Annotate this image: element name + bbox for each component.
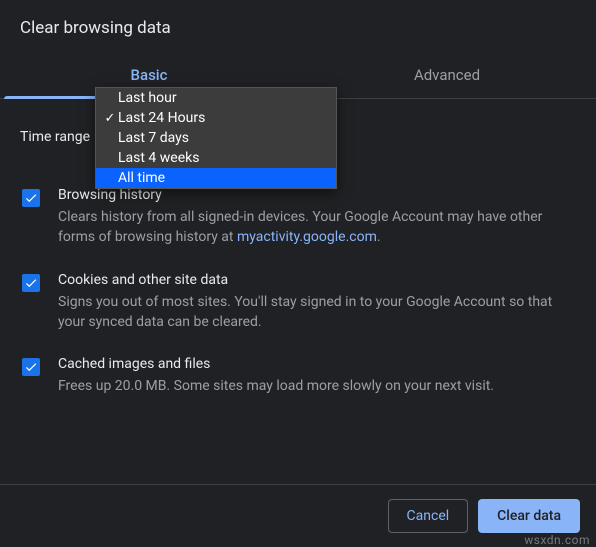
option-cookies: Cookies and other site data Signs you ou… xyxy=(20,262,576,347)
dropdown-item-last-24-hours[interactable]: ✓ Last 24 Hours xyxy=(96,108,336,128)
option-text: Cached images and files Frees up 20.0 MB… xyxy=(58,356,574,396)
option-cache: Cached images and files Frees up 20.0 MB… xyxy=(20,346,576,410)
options-list: Browsing history Clears history from all… xyxy=(20,171,576,410)
dropdown-item-label: Last 24 Hours xyxy=(118,110,205,126)
check-icon xyxy=(24,276,38,290)
time-range-dropdown[interactable]: Last hour ✓ Last 24 Hours Last 7 days La… xyxy=(95,87,337,189)
option-text: Browsing history Clears history from all… xyxy=(58,187,574,248)
watermark-text: wsxdn.com xyxy=(524,533,590,547)
dropdown-item-all-time[interactable]: All time xyxy=(96,168,336,188)
option-desc: Frees up 20.0 MB. Some sites may load mo… xyxy=(58,376,574,396)
option-title: Cookies and other site data xyxy=(58,272,574,288)
option-title: Browsing history xyxy=(58,187,574,203)
option-browsing-history: Browsing history Clears history from all… xyxy=(20,177,576,262)
dropdown-item-label: Last 4 weeks xyxy=(118,150,199,166)
tab-advanced[interactable]: Advanced xyxy=(298,54,596,98)
dialog-footer: Cancel Clear data xyxy=(0,484,596,547)
checkbox-cookies[interactable] xyxy=(22,274,40,292)
check-icon xyxy=(24,360,38,374)
dropdown-item-label: Last hour xyxy=(118,90,177,106)
cancel-button[interactable]: Cancel xyxy=(388,499,469,533)
dropdown-item-label: Last 7 days xyxy=(118,130,189,146)
dropdown-item-last-hour[interactable]: Last hour xyxy=(96,88,336,108)
dropdown-item-label: All time xyxy=(118,170,165,186)
dropdown-item-last-4-weeks[interactable]: Last 4 weeks xyxy=(96,148,336,168)
check-icon xyxy=(24,191,38,205)
option-title: Cached images and files xyxy=(58,356,574,372)
checkbox-cache[interactable] xyxy=(22,358,40,376)
dialog-title: Clear browsing data xyxy=(0,0,596,54)
option-text: Cookies and other site data Signs you ou… xyxy=(58,272,574,333)
checkbox-browsing-history[interactable] xyxy=(22,189,40,207)
checkmark-icon: ✓ xyxy=(102,111,118,126)
option-desc: Signs you out of most sites. You'll stay… xyxy=(58,292,574,333)
option-desc: Clears history from all signed-in device… xyxy=(58,207,574,248)
myactivity-link[interactable]: myactivity.google.com xyxy=(237,229,377,245)
dropdown-item-last-7-days[interactable]: Last 7 days xyxy=(96,128,336,148)
clear-data-button[interactable]: Clear data xyxy=(478,499,580,533)
desc-suffix: . xyxy=(377,229,381,245)
